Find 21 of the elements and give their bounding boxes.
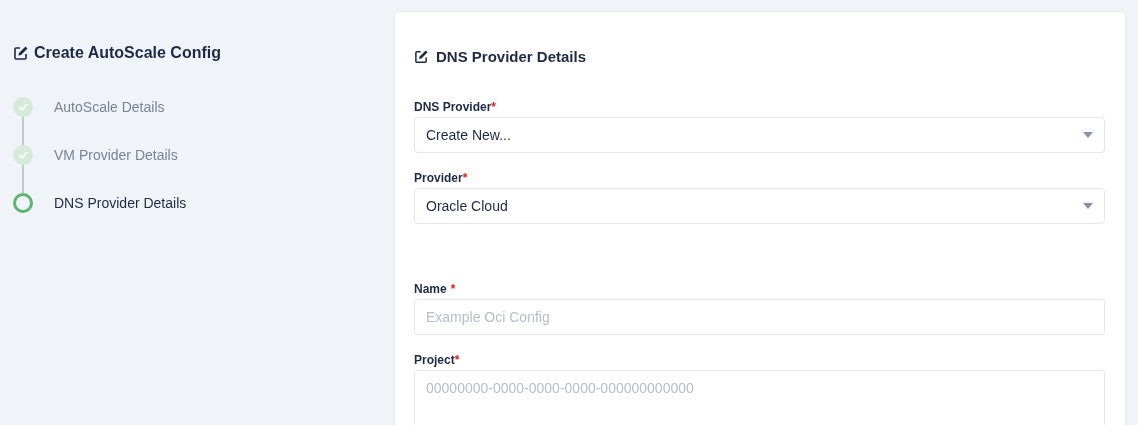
page-title: Create AutoScale Config [34, 44, 221, 62]
required-mark: * [462, 171, 468, 185]
dropdown[interactable]: Oracle Cloud [414, 188, 1105, 224]
input-field[interactable]: Example Oci Config [414, 299, 1105, 335]
text-area[interactable]: 00000000-0000-0000-0000-000000000000 [414, 370, 1105, 425]
caret-icon [1083, 132, 1093, 138]
step-label[interactable]: DNS Provider Details [54, 193, 187, 213]
field-label: Name [414, 282, 447, 296]
field-label: DNS Provider [414, 100, 492, 114]
required-mark: * [450, 282, 456, 296]
required-mark: * [454, 353, 460, 367]
field-label: Project [414, 353, 455, 367]
required-mark: * [491, 100, 497, 114]
caret-icon [1083, 203, 1093, 209]
step-label[interactable]: AutoScale Details [54, 97, 165, 117]
field-label: Provider [414, 171, 463, 185]
edit-icon [13, 45, 29, 61]
dropdown[interactable]: Create New... [414, 117, 1105, 153]
section-title: DNS Provider Details [436, 48, 587, 65]
edit-icon [414, 49, 429, 64]
step-label[interactable]: VM Provider Details [54, 145, 178, 165]
